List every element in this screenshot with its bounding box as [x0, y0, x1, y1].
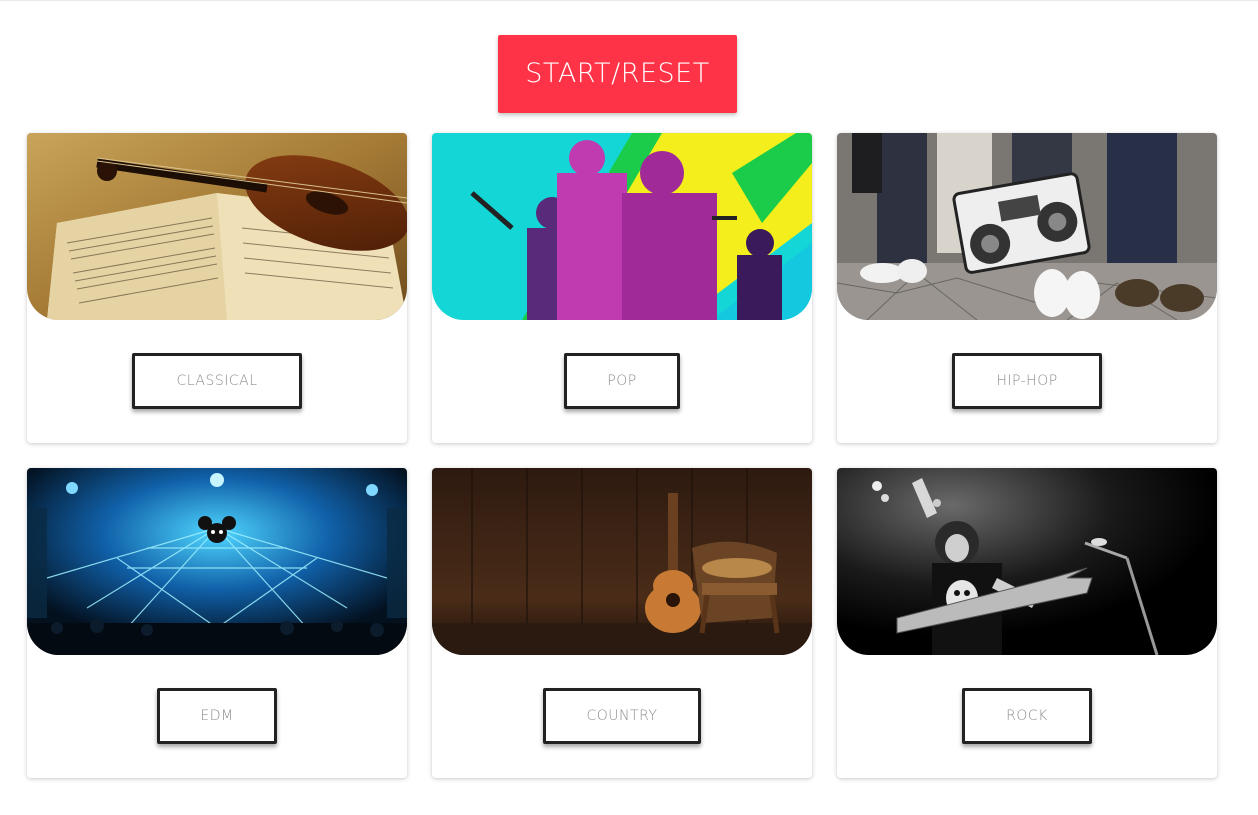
start-reset-button[interactable]: START/RESET — [498, 35, 737, 113]
genre-card-country: COUNTRY — [432, 468, 812, 778]
genre-button-country[interactable]: COUNTRY — [543, 688, 701, 744]
genre-card-pop: POP — [432, 133, 812, 443]
genre-card-edm: EDM — [27, 468, 407, 778]
genre-button-rock[interactable]: ROCK — [962, 688, 1092, 744]
genre-grid: CLASSICAL POP HIP-HOP EDM COUNTRY ROCK — [27, 133, 1217, 778]
violin-sheet-music-image — [27, 133, 407, 320]
top-divider — [0, 0, 1258, 1]
genre-button-pop[interactable]: POP — [564, 353, 680, 409]
guitar-wooden-chair-image — [432, 468, 812, 655]
boombox-sneakers-image — [837, 133, 1217, 320]
rock-guitarist-image — [837, 468, 1217, 655]
genre-card-classical: CLASSICAL — [27, 133, 407, 443]
genre-button-classical[interactable]: CLASSICAL — [132, 353, 302, 409]
genre-card-rock: ROCK — [837, 468, 1217, 778]
dj-laser-stage-image — [27, 468, 407, 655]
genre-button-hip-hop[interactable]: HIP-HOP — [952, 353, 1102, 409]
genre-card-hip-hop: HIP-HOP — [837, 133, 1217, 443]
pop-singers-collage-image — [432, 133, 812, 320]
genre-button-edm[interactable]: EDM — [157, 688, 277, 744]
